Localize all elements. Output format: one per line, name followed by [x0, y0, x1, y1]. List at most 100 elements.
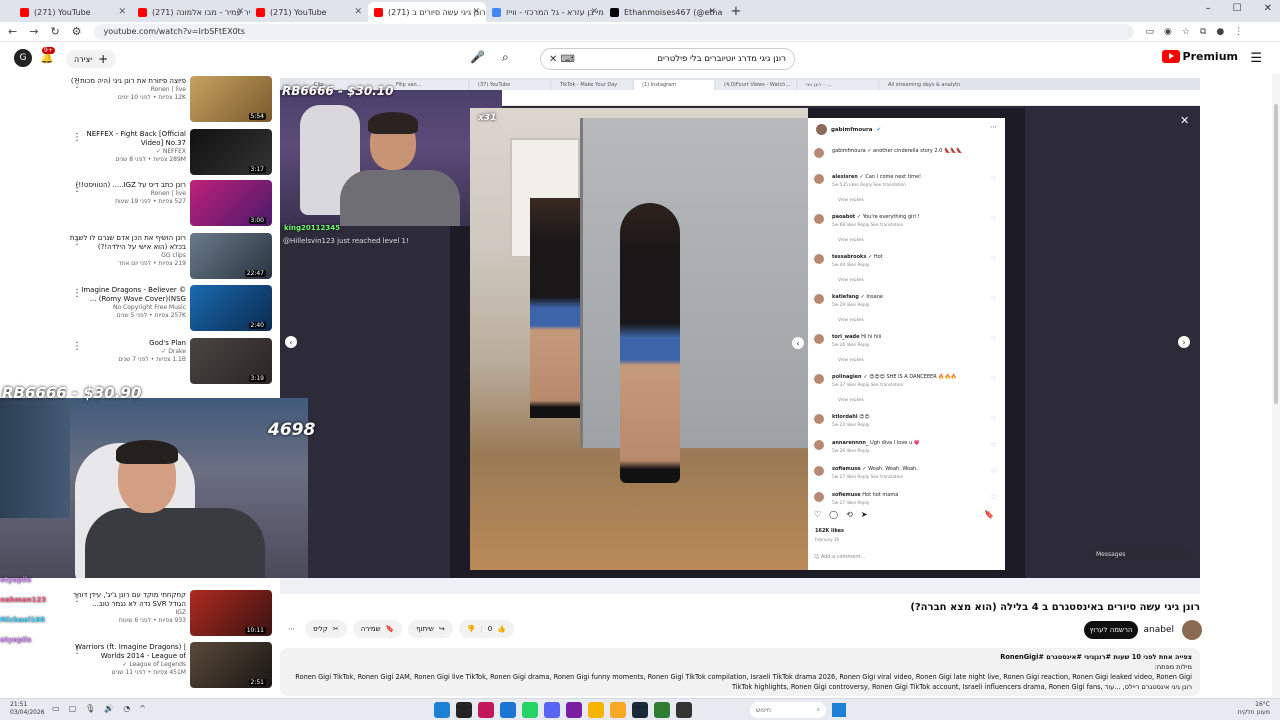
comment-bubble-icon[interactable]: ◯: [829, 510, 838, 519]
create-button[interactable]: יצירה +: [66, 50, 117, 68]
recommended-video[interactable]: 3:17 NEFFEX - Fight Back [Official Video]…: [60, 129, 276, 179]
minimize-icon[interactable]: –: [1206, 3, 1211, 14]
inner-tab[interactable]: (37) YouTube: [470, 80, 550, 90]
folder-app-icon[interactable]: [610, 702, 626, 718]
tab-close-icon[interactable]: ✕: [354, 7, 362, 17]
channel-name[interactable]: anabel: [1144, 625, 1175, 635]
recommended-video[interactable]: 3:00 רונן כתב דיס על IGZ..... (הטוויסט!!)…: [60, 180, 276, 230]
windows-start-icon[interactable]: [832, 703, 846, 717]
video-thumbnail[interactable]: 22:47: [190, 233, 272, 279]
channel-name[interactable]: NEFFEX ✓: [64, 148, 186, 156]
video-title[interactable]: God's Plan: [64, 339, 186, 348]
browser-tab[interactable]: Ethanmoises467 (@ethanmoise✕: [604, 2, 722, 22]
comment-user[interactable]: katiefang ✓: [832, 294, 865, 300]
video-title[interactable]: NEFFEX - Fight Back [Official Video] No.…: [64, 130, 186, 148]
comment-like-icon[interactable]: ♡: [991, 494, 996, 501]
channel-name[interactable]: Drake ✓: [64, 348, 186, 356]
comment-user[interactable]: paoabot ✓: [832, 214, 861, 220]
forward-icon[interactable]: →: [29, 25, 38, 38]
comment-like-icon[interactable]: ♡: [991, 376, 996, 383]
tab-close-icon[interactable]: ✕: [236, 7, 244, 17]
browser-tab[interactable]: (271) רונן גיגי עשה סיורים ב ✕: [368, 2, 486, 22]
scrollbar-thumb[interactable]: [1274, 104, 1278, 404]
inner-tab[interactable]: (1) Instagram: [634, 80, 714, 90]
video-title[interactable]: רונן הושיף את הכן אדם שגרם לו לשבת בכלא …: [64, 234, 186, 252]
voice-search-mic-icon[interactable]: 🎤: [470, 50, 485, 64]
recommended-video[interactable]: 2:40 Imagine Dragons - Believer © (Romy W…: [60, 285, 276, 335]
more-options-icon[interactable]: ⋮: [72, 341, 82, 352]
comment-user[interactable]: sofiemuse: [832, 492, 861, 498]
comment-like-icon[interactable]: ♡: [991, 296, 996, 303]
game-app-icon[interactable]: [478, 702, 494, 718]
view-replies-link[interactable]: View replies: [838, 398, 864, 403]
view-replies-link[interactable]: View replies: [838, 278, 864, 283]
video-thumbnail[interactable]: 3:17: [190, 129, 272, 175]
comment-like-icon[interactable]: ♡: [991, 216, 996, 223]
account-avatar[interactable]: G: [14, 49, 32, 67]
whatsapp-app-icon[interactable]: [522, 702, 538, 718]
comment-avatar[interactable]: [814, 374, 824, 384]
view-replies-link[interactable]: View replies: [838, 198, 864, 203]
messages-pill[interactable]: Messages: [1090, 547, 1190, 561]
repost-icon[interactable]: ⟲: [846, 510, 853, 519]
video-title[interactable]: פיוצה פיזורת את רונן גיגי (היה מכות!?): [64, 77, 186, 86]
video-thumbnail[interactable]: 3:00: [190, 180, 272, 226]
like-icon[interactable]: 👍: [497, 625, 506, 633]
like-dislike-button[interactable]: 👎 | 0 👍: [458, 620, 514, 638]
comment-user[interactable]: annarennnn_: [832, 440, 868, 446]
dislike-icon[interactable]: 👎: [467, 625, 476, 633]
headset-app-icon[interactable]: [566, 702, 582, 718]
comment-avatar[interactable]: [814, 440, 824, 450]
channel-avatar[interactable]: [1182, 620, 1202, 640]
comment-like-icon[interactable]: ♡: [991, 256, 996, 263]
volume-icon[interactable]: 🔊: [104, 704, 114, 713]
view-replies-link[interactable]: View replies: [838, 358, 864, 363]
comment-user[interactable]: sofiamuse ✓: [832, 466, 867, 472]
more-options-icon[interactable]: ⋯: [990, 123, 997, 131]
video-thumbnail[interactable]: 10:11: [190, 590, 272, 636]
comment-avatar[interactable]: [814, 334, 824, 344]
comment-avatar[interactable]: [814, 294, 824, 304]
explorer-app-icon[interactable]: [434, 702, 450, 718]
clear-search-icon[interactable]: ✕ ⌨: [549, 54, 575, 65]
steam-app-icon[interactable]: [632, 702, 648, 718]
comment-like-icon[interactable]: ♡: [991, 442, 996, 449]
comment-avatar[interactable]: [814, 466, 824, 476]
video-title[interactable]: קחקחתי מוקד עם רונן ג'יג', עידן דוהר הגו…: [64, 591, 186, 609]
comment-user[interactable]: ktlordahl: [832, 414, 858, 420]
author-name[interactable]: gabimfmoura: [831, 127, 872, 133]
prev-photo-icon[interactable]: ‹: [792, 337, 804, 349]
tab-close-icon[interactable]: ✕: [708, 7, 716, 17]
browser-tab[interactable]: (271) YouTube ✕: [250, 2, 368, 22]
back-icon[interactable]: ←: [8, 25, 17, 38]
channel-name[interactable]: League of Legends ✓: [64, 661, 186, 669]
add-comment-input[interactable]: ☺ Add a comment...: [814, 554, 865, 560]
channel-name[interactable]: Ronen | live: [64, 190, 186, 198]
chrome-app-icon[interactable]: [588, 702, 604, 718]
editor-app-icon[interactable]: [500, 702, 516, 718]
comment-like-icon[interactable]: ♡: [991, 468, 996, 475]
youtube-premium-logo[interactable]: Premium: [1161, 50, 1238, 63]
bookmark-icon[interactable]: 🔖: [984, 510, 994, 519]
browser-tab[interactable]: (271) YouTube ✕: [14, 2, 132, 22]
search-button-icon[interactable]: ⌕: [502, 50, 509, 65]
channel-name[interactable]: IGZ: [64, 609, 186, 617]
terminal-app-icon[interactable]: [676, 702, 692, 718]
comment-like-icon[interactable]: ♡: [991, 336, 996, 343]
weather-widget[interactable]: 16°C מעונן חלקית: [1238, 701, 1270, 717]
inner-tab[interactable]: רונן גיגי - …: [798, 80, 878, 90]
monitor-icon[interactable]: ▭: [52, 704, 60, 713]
more-options-icon[interactable]: ⋮: [72, 183, 82, 194]
mic-tray-icon[interactable]: 🎙: [85, 704, 95, 713]
video-thumbnail[interactable]: 5:54: [190, 76, 272, 122]
chat-tray-icon[interactable]: ▢: [69, 704, 77, 713]
inner-tab[interactable]: Filip van…: [388, 80, 468, 90]
cast-icon[interactable]: ▭: [1146, 27, 1155, 37]
tab-close-icon[interactable]: ✕: [472, 7, 480, 17]
browser-tab[interactable]: (271) כמיר עמיר - מבו אלמונה✕: [132, 2, 250, 22]
more-options-icon[interactable]: ⋮: [72, 645, 82, 656]
inner-tab[interactable]: TikTok - Make Your Day: [552, 80, 632, 90]
taskbar-search[interactable]: חיפוש ⌕: [750, 702, 826, 718]
close-window-icon[interactable]: ✕: [1264, 3, 1272, 14]
url-field[interactable]: youtube.com/watch?v=IrbSFtEX0ts: [93, 23, 1134, 40]
